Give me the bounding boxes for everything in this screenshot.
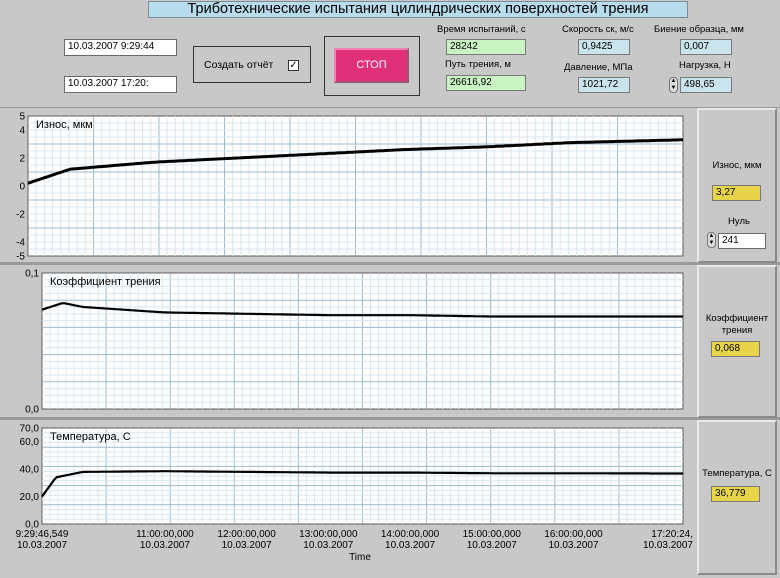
y-tick-label: 60,0 [20,437,40,448]
zero-input[interactable]: 241 [718,233,766,249]
x-tick-time: 11:00:00,000 [136,529,194,540]
start-time-field[interactable]: 10.03.2007 9:29:44 [64,39,177,56]
x-tick-time: 17:20:24, [651,529,693,540]
wear-chart-panel: 5 4 2 0 -2 -4 -5 Износ, мкм [0,108,695,264]
temperature-side-panel: Температура, С 36,779 [697,420,777,575]
x-tick-date: 10.03.2007 [303,540,353,551]
temperature-side-label: Температура, С [702,468,772,479]
y-tick-label: 0 [19,182,25,193]
chart-title: Коэффициент трения [50,276,161,288]
load-spinner[interactable]: ▲ ▼ [669,77,678,93]
friction-side-label-2: трения [721,325,753,336]
wear-side-label: Износ, мкм [712,160,762,171]
x-tick-date: 10.03.2007 [467,540,517,551]
friction-side-label-1: Коэффициент [705,313,769,324]
runout-label: Биение образца, мм [654,24,744,35]
y-tick-label: 4 [19,126,25,137]
x-tick-time: 16:00:00,000 [544,529,603,540]
y-tick-label: 70,0 [20,424,40,435]
y-tick-label: -5 [16,252,25,263]
page-title: Триботехнические испытания цилиндрически… [148,1,688,18]
stop-button[interactable]: СТОП [334,48,409,83]
y-tick-label: 20,0 [20,492,40,503]
y-tick-label: 0,0 [25,405,39,416]
x-tick-time: 14:00:00,000 [381,529,440,540]
y-tick-label: 5 [19,112,25,123]
y-tick-label: -4 [16,238,25,249]
report-group: Создать отчёт ✓ [193,46,311,83]
speed-value: 0,9425 [578,39,630,55]
wear-side-panel: Износ, мкм 3,27 Нуль ▲ ▼ 241 [697,108,777,263]
x-tick-date: 10.03.2007 [140,540,190,551]
chart-title: Износ, мкм [36,119,93,131]
runout-value: 0,007 [680,39,732,55]
x-tick-time: 13:00:00,000 [299,529,358,540]
report-label: Создать отчёт [204,59,274,71]
friction-chart: 0,1 0,0 Коэффициент трения [25,269,684,416]
friction-value: 0,068 [711,341,760,357]
y-tick-label: 40,0 [20,465,40,476]
friction-chart-panel: 0,1 0,0 Коэффициент трения [0,265,695,419]
wear-value: 3,27 [712,185,761,201]
x-axis-label: Time [349,552,371,563]
speed-label: Скорость ск, м/с [562,24,634,35]
x-tick-date: 10.03.2007 [222,540,272,551]
load-value[interactable]: 498,65 [680,77,732,93]
stop-frame: СТОП [324,36,420,96]
x-tick-date: 10.03.2007 [548,540,598,551]
y-tick-label: 2 [19,154,25,165]
end-time-field[interactable]: 10.03.2007 17:20: [64,76,177,93]
pressure-value: 1021,72 [578,77,630,93]
top-panel: 10.03.2007 9:29:44 10.03.2007 17:20: Соз… [0,20,780,108]
load-label: Нагрузка, Н [679,60,731,71]
friction-side-panel: Коэффициент трения 0,068 [697,265,777,418]
y-tick-label: -2 [16,210,25,221]
x-tick-time: 9:29:46,549 [16,529,69,540]
temperature-chart-panel: 70,0 60,0 40,0 20,0 0,0 Температура, С 9:29:46… [0,420,695,575]
pressure-label: Давление, МПа [564,62,633,73]
test-time-value: 28242 [446,39,526,55]
test-time-label: Время испытаний, с [437,24,526,35]
x-tick-time: 12:00:00,000 [217,529,276,540]
y-tick-label: 0,1 [25,269,39,280]
zero-spinner[interactable]: ▲ ▼ [707,232,716,248]
path-label: Путь трения, м [445,59,511,70]
wear-chart: 5 4 2 0 -2 -4 -5 Износ, мкм [16,112,684,263]
x-tick-time: 15:00:00,000 [463,529,522,540]
x-tick-date: 10.03.2007 [385,540,435,551]
report-checkbox[interactable]: ✓ [288,60,299,71]
x-tick-date: 10.03.2007 [17,540,67,551]
temperature-chart: 70,060,040,020,00,0Температура, С9:29:46… [16,424,694,564]
path-value: 26616,92 [446,75,526,91]
x-tick-date: 10.03.2007 [643,540,693,551]
title-bar: Триботехнические испытания цилиндрически… [0,0,780,20]
zero-label: Нуль [728,216,750,227]
temperature-value: 36,779 [711,486,760,502]
chart-title: Температура, С [50,431,131,443]
